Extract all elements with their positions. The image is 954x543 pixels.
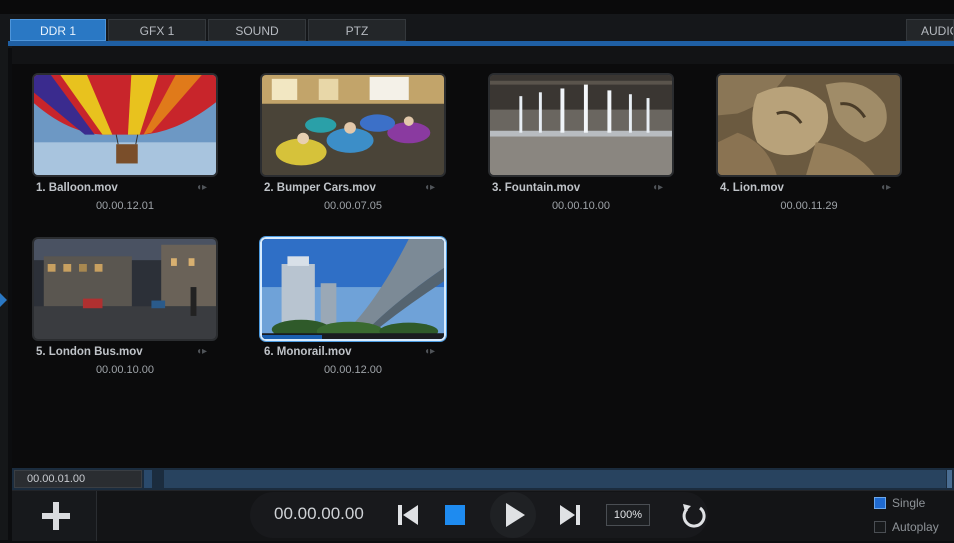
clip-name: 5. London Bus.mov bbox=[36, 346, 143, 358]
bumper-cars-thumbnail-image bbox=[262, 75, 444, 175]
stop-icon bbox=[445, 505, 465, 525]
clip-name: 6. Monorail.mov bbox=[264, 346, 352, 358]
fountain-thumbnail-image bbox=[490, 75, 672, 175]
bottom-toolbar: 00.00.00.00 100% Single Autoplay bbox=[12, 490, 954, 541]
clip-duration: 00.00.07.05 bbox=[323, 200, 383, 212]
tab-gfx-1[interactable]: GFX 1 bbox=[108, 19, 206, 41]
scrub-handle[interactable] bbox=[144, 470, 152, 488]
stop-button[interactable] bbox=[432, 492, 478, 538]
skip-back-button[interactable] bbox=[386, 492, 432, 538]
balloon-thumbnail-image bbox=[34, 75, 216, 175]
loop-icon bbox=[682, 504, 706, 528]
scrub-time-display: 00.00.01.00 bbox=[14, 470, 142, 488]
single-checkbox[interactable] bbox=[874, 497, 886, 509]
transport-timecode: 00.00.00.00 bbox=[274, 504, 364, 523]
clip-fountain[interactable]: 3. Fountain.mov ◖▸ 00.00.10.00 bbox=[488, 73, 678, 233]
clip-london-bus[interactable]: 5. London Bus.mov ◖▸ 00.00.10.00 bbox=[32, 237, 222, 397]
skip-back-icon bbox=[398, 505, 418, 525]
clip-duration: 00.00.10.00 bbox=[551, 200, 611, 212]
tab-ddr-1[interactable]: DDR 1 bbox=[10, 19, 106, 41]
play-button[interactable] bbox=[490, 492, 536, 538]
clip-thumbnail[interactable] bbox=[260, 73, 446, 177]
tab-ptz[interactable]: PTZ bbox=[308, 19, 406, 41]
add-media-button[interactable] bbox=[12, 491, 97, 541]
tab-audio[interactable]: AUDIO bbox=[906, 19, 954, 41]
skip-forward-button[interactable] bbox=[548, 492, 594, 538]
audio-icon[interactable]: ◖▸ bbox=[652, 182, 663, 193]
media-bin: 1. Balloon.mov ◖▸ 00.00.12.01 2. Bumper … bbox=[12, 64, 954, 468]
clip-duration: 00.00.11.29 bbox=[780, 200, 838, 212]
audio-icon[interactable]: ◖▸ bbox=[424, 182, 435, 193]
single-label: Single bbox=[892, 496, 926, 510]
clip-duration: 00.00.12.00 bbox=[323, 364, 383, 376]
monorail-thumbnail-image bbox=[262, 239, 444, 339]
london-bus-thumbnail-image bbox=[34, 239, 216, 339]
zoom-level[interactable]: 100% bbox=[606, 504, 650, 526]
clip-monorail[interactable]: 6. Monorail.mov ◖▸ 00.00.12.00 bbox=[260, 237, 450, 397]
clip-name: 3. Fountain.mov bbox=[492, 182, 581, 194]
clip-thumbnail[interactable] bbox=[716, 73, 902, 177]
autoplay-label: Autoplay bbox=[892, 520, 939, 534]
clip-thumbnail[interactable] bbox=[488, 73, 674, 177]
loop-button[interactable] bbox=[670, 492, 716, 538]
clip-name: 4. Lion.mov bbox=[720, 182, 784, 194]
clip-thumbnail[interactable] bbox=[32, 237, 218, 341]
audio-icon[interactable]: ◖▸ bbox=[424, 346, 435, 357]
audio-icon[interactable]: ◖▸ bbox=[880, 182, 891, 193]
expand-arrow-icon[interactable] bbox=[0, 293, 7, 307]
tab-bar: DDR 1 GFX 1 SOUND PTZ AUDIO bbox=[0, 0, 954, 48]
skip-forward-icon bbox=[560, 505, 580, 525]
lion-thumbnail-image bbox=[718, 75, 900, 175]
top-strip bbox=[0, 0, 954, 14]
clip-name: 1. Balloon.mov bbox=[36, 182, 118, 194]
clip-lion[interactable]: 4. Lion.mov ◖▸ 00.00.11.29 bbox=[716, 73, 906, 233]
tab-sound[interactable]: SOUND bbox=[208, 19, 306, 41]
clip-balloon[interactable]: 1. Balloon.mov ◖▸ 00.00.12.01 bbox=[32, 73, 222, 233]
media-header-strip bbox=[12, 46, 954, 64]
playback-progress-bar bbox=[262, 335, 323, 339]
scrub-track[interactable] bbox=[164, 470, 946, 488]
clip-thumbnail[interactable] bbox=[32, 73, 218, 177]
audio-icon[interactable]: ◖▸ bbox=[196, 346, 207, 357]
audio-icon[interactable]: ◖▸ bbox=[196, 182, 207, 193]
clip-thumbnail[interactable] bbox=[260, 237, 446, 341]
clip-bumper-cars[interactable]: 2. Bumper Cars.mov ◖▸ 00.00.07.05 bbox=[260, 73, 450, 233]
plus-icon-vertical bbox=[53, 502, 59, 530]
clip-duration: 00.00.10.00 bbox=[95, 364, 155, 376]
transport-controls: 00.00.00.00 100% bbox=[250, 492, 708, 538]
scrub-bar[interactable]: 00.00.01.00 bbox=[12, 468, 954, 490]
scrub-end-marker[interactable] bbox=[947, 470, 952, 488]
play-icon bbox=[506, 503, 525, 527]
clip-duration: 00.00.12.01 bbox=[95, 200, 155, 212]
clip-name: 2. Bumper Cars.mov bbox=[264, 182, 376, 194]
autoplay-checkbox[interactable] bbox=[874, 521, 886, 533]
